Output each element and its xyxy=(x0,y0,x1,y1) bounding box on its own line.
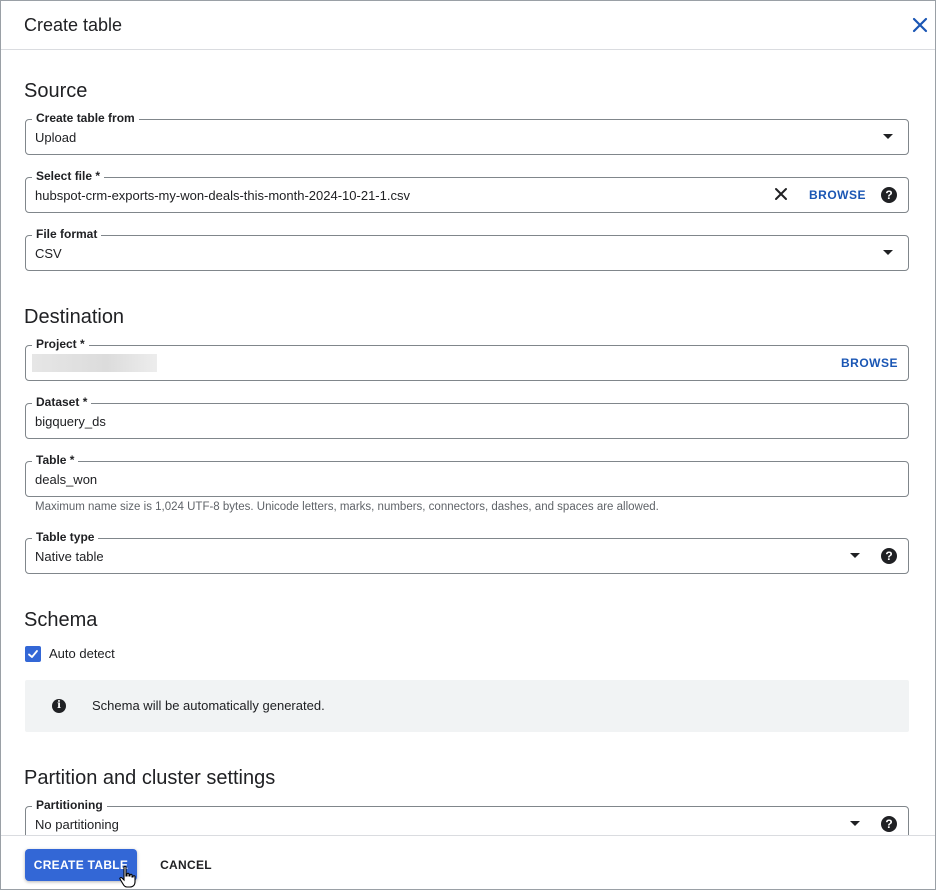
file-format-value: CSV xyxy=(35,246,62,261)
chevron-down-icon xyxy=(850,553,860,558)
chevron-down-icon xyxy=(883,134,893,139)
table-type-value: Native table xyxy=(35,549,104,564)
dialog-content: Source Create table from Upload Select f… xyxy=(1,51,935,835)
create-table-from-label: Create table from xyxy=(32,111,139,125)
create-table-from-select[interactable]: Create table from Upload xyxy=(25,111,909,155)
help-icon[interactable]: ? xyxy=(881,816,897,832)
cancel-button[interactable]: CANCEL xyxy=(151,849,221,881)
partitioning-value: No partitioning xyxy=(35,817,119,832)
project-value-redacted xyxy=(32,354,157,372)
chevron-down-icon xyxy=(850,821,860,826)
partitioning-label: Partitioning xyxy=(32,798,107,812)
info-icon: i xyxy=(52,699,66,713)
partition-heading: Partition and cluster settings xyxy=(24,767,276,789)
project-label: Project * xyxy=(32,337,89,351)
table-name-label: Table * xyxy=(32,453,79,467)
create-table-from-value: Upload xyxy=(35,130,77,145)
dialog-title: Create table xyxy=(24,15,123,35)
dialog-header: Create table xyxy=(1,1,935,50)
help-icon[interactable]: ? xyxy=(881,548,897,564)
table-name-value: deals_won xyxy=(35,472,98,487)
browse-file-button[interactable]: BROWSE xyxy=(809,188,866,202)
create-table-dialog: Create table Source Create table from Up… xyxy=(0,0,936,890)
destination-heading: Destination xyxy=(24,306,125,328)
file-format-label: File format xyxy=(32,227,102,241)
source-heading: Source xyxy=(24,80,88,102)
table-type-label: Table type xyxy=(32,530,99,544)
check-icon xyxy=(28,650,38,658)
table-name-hint: Maximum name size is 1,024 UTF-8 bytes. … xyxy=(35,501,659,513)
auto-detect-checkbox[interactable] xyxy=(25,646,41,662)
create-table-button[interactable]: CREATE TABLE xyxy=(25,849,137,881)
dataset-field[interactable]: Dataset * bigquery_ds xyxy=(25,395,909,439)
table-name-field[interactable]: Table * deals_won xyxy=(25,453,909,497)
dialog-footer: CREATE TABLE CANCEL xyxy=(1,835,935,889)
select-file-field[interactable]: Select file * hubspot-crm-exports-my-won… xyxy=(25,169,909,213)
auto-detect-label[interactable]: Auto detect xyxy=(49,646,115,661)
dataset-value: bigquery_ds xyxy=(35,414,106,429)
close-icon[interactable] xyxy=(909,14,931,36)
clear-icon[interactable] xyxy=(772,185,790,203)
schema-info-box: i Schema will be automatically generated… xyxy=(25,680,909,732)
project-field[interactable]: Project * BROWSE xyxy=(25,337,909,381)
schema-heading: Schema xyxy=(24,609,98,631)
select-file-label: Select file * xyxy=(32,169,105,183)
file-format-select[interactable]: File format CSV xyxy=(25,227,909,271)
select-file-value: hubspot-crm-exports-my-won-deals-this-mo… xyxy=(35,188,410,203)
partitioning-select[interactable]: Partitioning No partitioning ? xyxy=(25,798,909,835)
help-icon[interactable]: ? xyxy=(881,187,897,203)
dataset-label: Dataset * xyxy=(32,395,92,409)
browse-project-button[interactable]: BROWSE xyxy=(841,356,898,370)
schema-info-text: Schema will be automatically generated. xyxy=(92,698,325,713)
table-type-select[interactable]: Table type Native table ? xyxy=(25,530,909,574)
chevron-down-icon xyxy=(883,250,893,255)
